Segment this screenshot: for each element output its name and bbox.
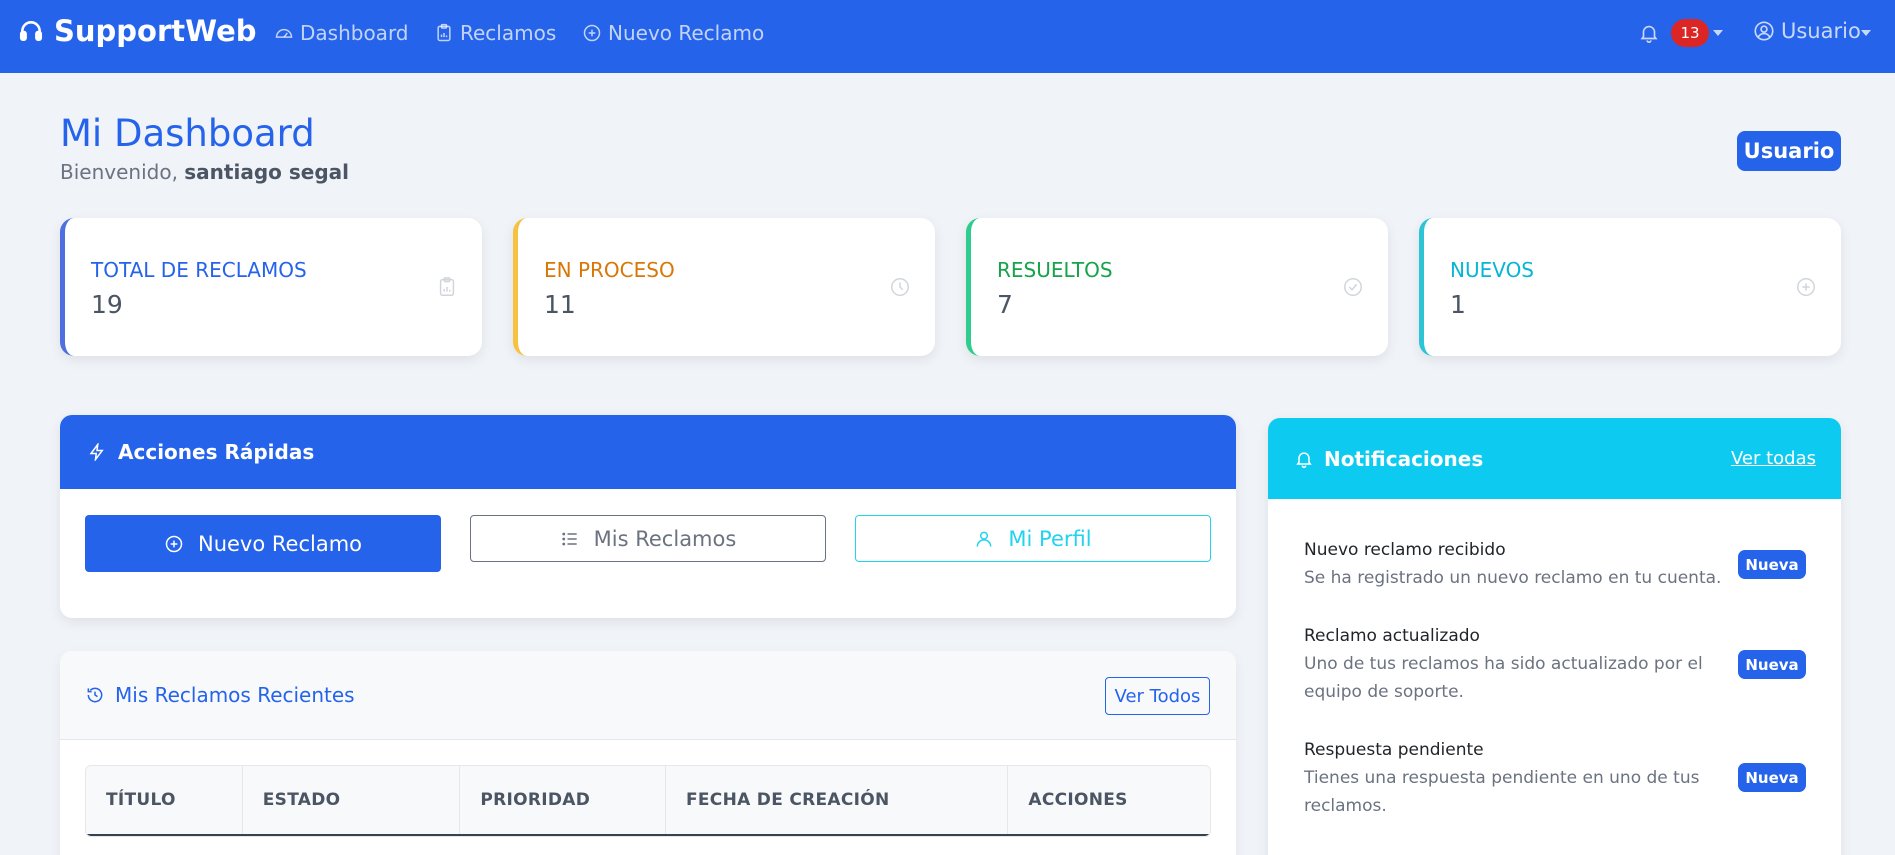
- stat-card-total: TOTAL DE RECLAMOS 19: [60, 218, 482, 356]
- column-header[interactable]: FECHA DE CREACIÓN: [666, 766, 1009, 834]
- stat-value: 1: [1450, 290, 1466, 319]
- notification-title: Respuesta pendiente: [1304, 740, 1484, 760]
- stat-label: EN PROCESO: [544, 258, 675, 282]
- nav-link-label: Nuevo Reclamo: [608, 21, 765, 45]
- stat-value: 7: [997, 290, 1013, 319]
- notification-item[interactable]: Nuevo reclamo recibido Se ha registrado …: [1304, 536, 1724, 592]
- stat-label: TOTAL DE RECLAMOS: [91, 258, 307, 282]
- column-header[interactable]: ESTADO: [243, 766, 461, 834]
- stat-label: NUEVOS: [1450, 258, 1535, 282]
- nav-link-dashboard[interactable]: Dashboard: [274, 21, 409, 45]
- lightning-icon: [89, 443, 104, 461]
- table-header-row: TÍTULO ESTADO PRIORIDAD FECHA DE CREACIÓ…: [86, 766, 1210, 836]
- history-icon: [87, 687, 103, 703]
- plus-circle-icon: [165, 535, 183, 552]
- view-all-claims-button[interactable]: Ver Todos: [1105, 677, 1210, 715]
- check-circle-icon: [1344, 278, 1362, 296]
- column-header[interactable]: ACCIONES: [1008, 766, 1210, 834]
- list-icon: [562, 532, 577, 545]
- notifications-title: Notificaciones: [1324, 446, 1484, 471]
- new-claim-button[interactable]: Nuevo Reclamo: [85, 515, 441, 572]
- new-badge: Nueva: [1738, 550, 1806, 579]
- recent-claims-card: Mis Reclamos Recientes Ver Todos TÍTULO …: [60, 651, 1236, 855]
- user-circle-icon: [1754, 21, 1774, 41]
- clipboard-icon: [437, 23, 451, 42]
- new-badge: Nueva: [1738, 763, 1806, 792]
- recent-claims-title: Mis Reclamos Recientes: [115, 683, 355, 707]
- claims-table: TÍTULO ESTADO PRIORIDAD FECHA DE CREACIÓ…: [85, 765, 1211, 837]
- nav-link-label: Reclamos: [460, 21, 557, 45]
- user-menu[interactable]: Usuario: [1753, 19, 1861, 43]
- view-all-notifications-link[interactable]: Ver todas: [1731, 448, 1816, 469]
- notification-item[interactable]: Respuesta pendiente Tienes una respuesta…: [1304, 736, 1724, 820]
- nav-link-label: Dashboard: [300, 21, 409, 45]
- clipboard-icon: [439, 277, 455, 296]
- column-header[interactable]: TÍTULO: [86, 766, 243, 834]
- notifications-card: Notificaciones Ver todas Nuevo reclamo r…: [1268, 418, 1841, 855]
- bell-icon: [1296, 451, 1312, 468]
- plus-circle-icon: [583, 24, 601, 42]
- button-label: Mi Perfil: [1008, 526, 1092, 551]
- top-navbar: SupportWeb Dashboard Reclamos Nuevo Recl…: [0, 0, 1895, 73]
- notification-title: Reclamo actualizado: [1304, 626, 1480, 646]
- new-badge: Nueva: [1738, 650, 1806, 679]
- clock-icon: [891, 278, 909, 296]
- user-icon: [976, 531, 992, 547]
- bell-icon[interactable]: [1638, 22, 1660, 44]
- user-menu-label: Usuario: [1781, 19, 1861, 43]
- welcome-text: Bienvenido, santiago segal: [60, 160, 349, 184]
- notification-desc: Uno de tus reclamos ha sido actualizado …: [1304, 654, 1703, 702]
- welcome-prefix: Bienvenido,: [60, 160, 178, 184]
- notifications-header: Notificaciones Ver todas: [1268, 418, 1841, 499]
- role-badge: Usuario: [1737, 131, 1841, 171]
- brand-name: SupportWeb: [54, 14, 257, 48]
- headset-icon: [19, 21, 43, 41]
- nav-link-nuevo-reclamo[interactable]: Nuevo Reclamo: [582, 21, 764, 45]
- gauge-icon: [275, 28, 293, 38]
- column-header[interactable]: PRIORIDAD: [460, 766, 666, 834]
- button-label: Nuevo Reclamo: [197, 531, 362, 556]
- notification-desc: Se ha registrado un nuevo reclamo en tu …: [1304, 568, 1722, 588]
- page-title: Mi Dashboard: [60, 112, 315, 155]
- chevron-down-icon[interactable]: [1713, 30, 1723, 36]
- stat-value: 11: [544, 290, 576, 319]
- brand-logo[interactable]: SupportWeb: [18, 14, 257, 48]
- notification-item[interactable]: Reclamo actualizado Uno de tus reclamos …: [1304, 622, 1724, 706]
- stat-card-nuevos: NUEVOS 1: [1419, 218, 1841, 356]
- notification-count-badge[interactable]: 13: [1671, 19, 1709, 47]
- my-claims-button[interactable]: Mis Reclamos: [470, 515, 826, 562]
- plus-circle-icon: [1797, 278, 1815, 296]
- chevron-down-icon[interactable]: [1861, 30, 1871, 36]
- stat-label: RESUELTOS: [997, 258, 1113, 282]
- user-name: santiago segal: [184, 160, 349, 184]
- recent-claims-header: Mis Reclamos Recientes: [60, 651, 1236, 740]
- my-profile-button[interactable]: Mi Perfil: [855, 515, 1211, 562]
- nav-link-reclamos[interactable]: Reclamos: [434, 21, 556, 45]
- stat-card-resueltos: RESUELTOS 7: [966, 218, 1388, 356]
- stat-value: 19: [91, 290, 123, 319]
- notification-title: Nuevo reclamo recibido: [1304, 540, 1506, 560]
- quick-actions-header: Acciones Rápidas: [60, 415, 1236, 489]
- quick-actions-title: Acciones Rápidas: [118, 440, 315, 464]
- button-label: Mis Reclamos: [593, 526, 737, 551]
- notification-desc: Tienes una respuesta pendiente en uno de…: [1304, 768, 1700, 816]
- quick-actions-card: Acciones Rápidas Nuevo Reclamo Mis Recla…: [60, 415, 1236, 618]
- stat-card-en-proceso: EN PROCESO 11: [513, 218, 935, 356]
